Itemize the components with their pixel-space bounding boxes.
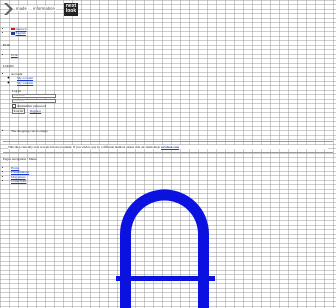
- nav-link-collections[interactable]: Collections: [11, 179, 26, 183]
- username-input[interactable]: Username: [12, 94, 56, 98]
- arch-base: [116, 276, 215, 281]
- cart-list: The shopping cart is empty: [3, 129, 48, 133]
- login-section-label: LOGIN: [3, 64, 14, 68]
- logo-text: made ... information: [15, 6, 56, 11]
- arch-graphic: [118, 188, 211, 308]
- divider: [3, 152, 333, 153]
- language-link-en[interactable]: English: [16, 31, 26, 35]
- brand-line-2: look: [64, 9, 78, 14]
- account-sublist: My account My wishlist: [11, 76, 33, 85]
- payment-notice-text: This shop currently only accepts invoice…: [8, 145, 161, 149]
- brand-logo[interactable]: next look: [64, 3, 78, 16]
- language-list: Deutsch English: [3, 27, 27, 36]
- account-link-item[interactable]: My wishlist: [17, 81, 33, 85]
- account-item: Account My account My wishlist: [11, 72, 33, 85]
- currency-link-eur[interactable]: EUR: [11, 53, 18, 57]
- nav-item-collections[interactable]: Collections: [11, 179, 29, 183]
- payment-notice: This shop currently only accepts invoice…: [8, 145, 328, 149]
- login-actions: Log in · Register: [12, 109, 41, 113]
- password-input[interactable]: Password: [12, 99, 56, 103]
- language-item-en[interactable]: English: [11, 31, 27, 35]
- currency-label: EUR: [3, 43, 10, 47]
- nav-link-presentations[interactable]: Presentations: [11, 170, 29, 174]
- account-title: Account: [11, 72, 23, 76]
- cart-status: The shopping cart is empty: [11, 129, 48, 133]
- separator: ·: [27, 109, 28, 113]
- my-wishlist-link[interactable]: My wishlist: [17, 81, 33, 85]
- login-button[interactable]: Log in: [12, 108, 25, 114]
- page-nav-list: Home Presentations Magazines Collections: [3, 166, 29, 184]
- divider: [3, 141, 333, 142]
- login-title: Log in: [12, 89, 21, 93]
- flag-de-icon: [11, 28, 15, 30]
- my-account-link[interactable]: My account: [17, 76, 33, 80]
- currency-item[interactable]: EUR: [11, 53, 18, 57]
- register-link[interactable]: Register: [30, 109, 41, 113]
- currency-list: EUR: [3, 53, 18, 57]
- language-link-de[interactable]: Deutsch: [16, 27, 27, 31]
- nav-title: Pages navigation / Menu: [3, 157, 37, 161]
- main-shop-link[interactable]: nextlook.com: [161, 145, 179, 149]
- nav-link-home[interactable]: Home: [11, 166, 19, 170]
- account-list: Account My account My wishlist: [3, 72, 33, 85]
- arch-outer: [120, 190, 209, 308]
- logo-arrow-icon: [3, 3, 15, 15]
- flag-en-icon: [11, 32, 15, 34]
- nav-link-magazines[interactable]: Magazines: [11, 175, 26, 179]
